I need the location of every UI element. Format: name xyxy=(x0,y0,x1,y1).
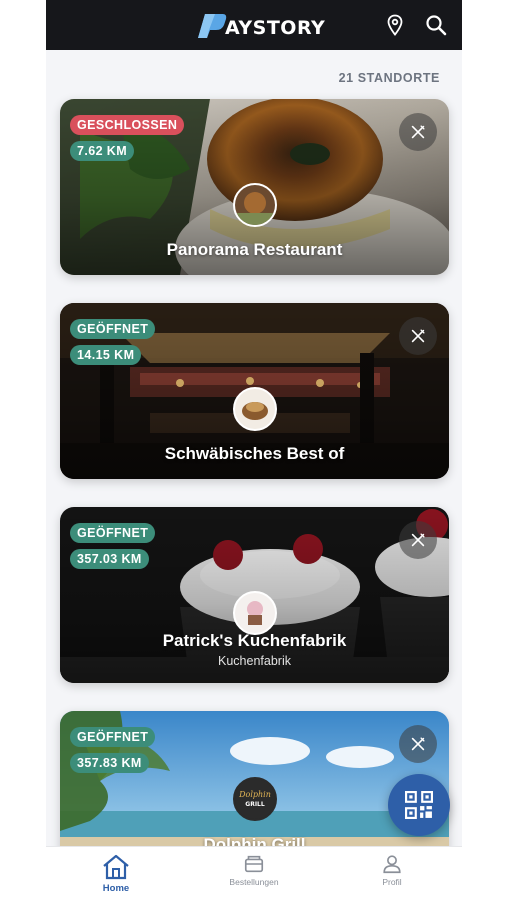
nav-profile-label: Profil xyxy=(382,877,402,887)
cutlery-icon[interactable] xyxy=(399,725,437,763)
restaurant-name: Schwäbisches Best of xyxy=(164,444,345,463)
status-badge: GEÖFFNET xyxy=(70,319,156,339)
cutlery-icon[interactable] xyxy=(399,521,437,559)
logo-text: AYSTORY xyxy=(225,17,326,39)
search-icon[interactable] xyxy=(424,13,448,37)
restaurant-avatar xyxy=(233,591,277,635)
cutlery-icon[interactable] xyxy=(399,317,437,355)
bottom-navigation: Home Bestellungen Profil xyxy=(46,846,462,900)
restaurant-name: Patrick's Kuchenfabrik xyxy=(162,631,347,650)
nav-home[interactable]: Home xyxy=(66,851,166,899)
paystory-logo: AYSTORY xyxy=(197,12,325,40)
nav-profile[interactable]: Profil xyxy=(342,851,442,899)
distance-badge: 357.03 KM xyxy=(70,549,149,569)
restaurant-card[interactable]: GEÖFFNET 14.15 KM Schwäbisches Best of xyxy=(60,303,449,479)
cutlery-icon[interactable] xyxy=(399,113,437,151)
logo-mark-icon xyxy=(198,14,227,38)
qr-code-icon xyxy=(405,791,433,819)
svg-text:GRILL: GRILL xyxy=(245,801,265,808)
restaurant-card[interactable]: GESCHLOSSEN 7.62 KM Panorama Restaurant xyxy=(60,99,449,275)
distance-badge: 357.83 KM xyxy=(70,753,149,773)
status-badge: GEÖFFNET xyxy=(70,727,156,747)
nav-home-label: Home xyxy=(102,883,130,894)
distance-badge: 14.15 KM xyxy=(70,345,142,365)
restaurant-name: Panorama Restaurant xyxy=(166,240,343,259)
nav-orders[interactable]: Bestellungen xyxy=(204,851,304,899)
locations-count: 21 STANDORTE xyxy=(338,71,440,85)
orders-icon xyxy=(244,855,264,873)
svg-text:Dolphin: Dolphin xyxy=(238,790,271,799)
top-bar: AYSTORY xyxy=(46,0,462,50)
distance-badge: 7.62 KM xyxy=(70,141,135,161)
dolphin-grill-logo: Dolphin GRILL xyxy=(233,777,277,821)
restaurant-subtitle: Kuchenfabrik xyxy=(218,654,291,668)
status-badge: GEÖFFNET xyxy=(70,523,156,543)
location-pin-icon[interactable] xyxy=(383,13,407,37)
app-screen: AYSTORY 21 STANDORTE GESCHLOSSEN 7.62 KM… xyxy=(46,0,462,900)
qr-code-button[interactable] xyxy=(388,774,450,836)
nav-orders-label: Bestellungen xyxy=(229,877,279,887)
restaurant-avatar xyxy=(233,387,277,431)
home-icon xyxy=(103,854,129,880)
restaurant-avatar xyxy=(233,183,277,227)
profile-icon xyxy=(383,855,401,874)
restaurant-card[interactable]: GEÖFFNET 357.03 KM Patrick's Kuchenfabri… xyxy=(60,507,449,683)
status-badge: GESCHLOSSEN xyxy=(70,115,185,135)
